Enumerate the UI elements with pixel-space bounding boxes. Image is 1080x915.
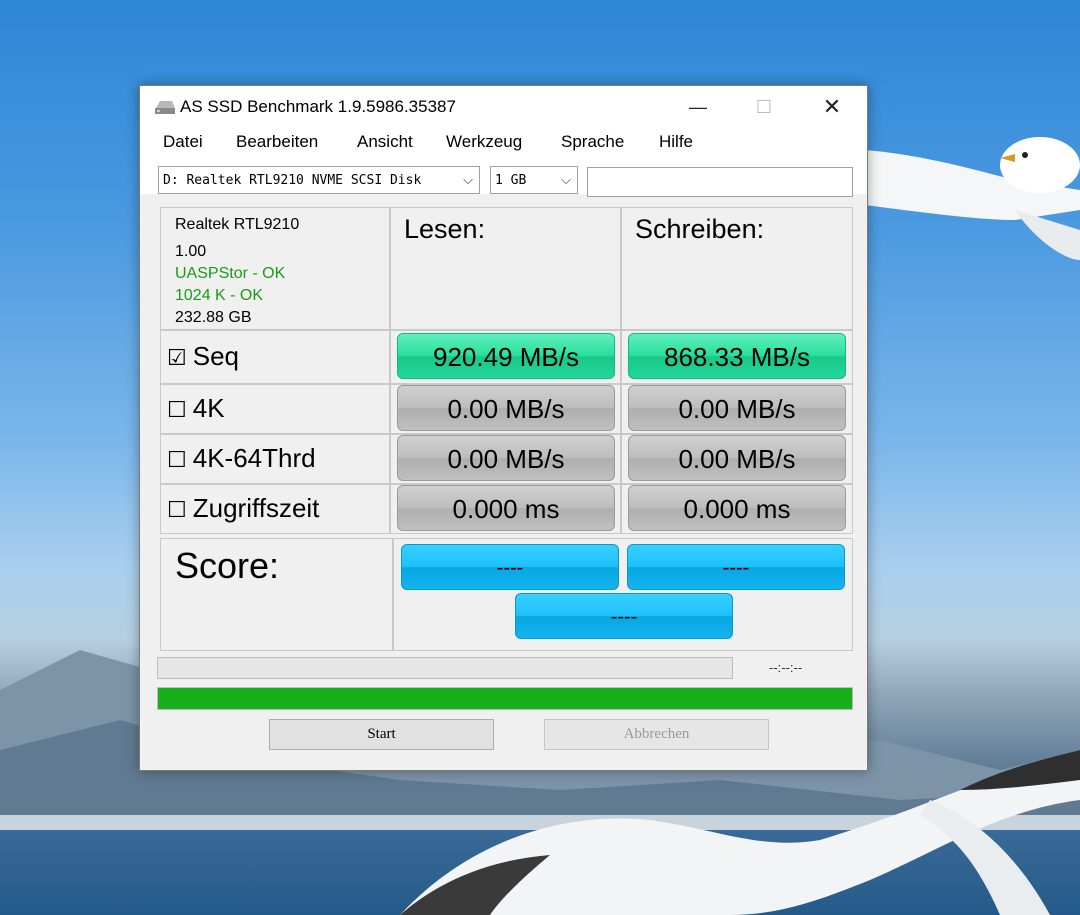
cancel-button[interactable]: Abbrechen	[544, 719, 769, 750]
score-read: ----	[401, 544, 619, 590]
test-label-4k-64thrd: 4K-64Thrd	[192, 443, 316, 473]
chevron-down-icon: ⌵	[561, 173, 571, 188]
hard-drive-icon	[155, 101, 175, 114]
start-button[interactable]: Start	[269, 719, 494, 750]
test-row-4k-64thrd[interactable]: ☐ 4K-64Thrd	[160, 434, 390, 484]
zugriffszeit-read-result: 0.000 ms	[397, 485, 615, 531]
menu-hilfe[interactable]: Hilfe	[659, 132, 693, 152]
title-bar[interactable]: AS SSD Benchmark 1.9.5986.35387 — ☐ ✕	[140, 86, 867, 128]
seq-write-cell: 868.33 MB/s	[621, 330, 853, 384]
seq-write-result: 868.33 MB/s	[628, 333, 846, 379]
read-column-header: Lesen:	[390, 207, 621, 330]
drive-select-value: D: Realtek RTL9210 NVME SCSI Disk	[163, 173, 422, 188]
test-row-zugriffszeit[interactable]: ☐ Zugriffszeit	[160, 484, 390, 534]
zugriffszeit-read-cell: 0.000 ms	[390, 484, 621, 534]
menu-werkzeug[interactable]: Werkzeug	[446, 132, 522, 152]
checkbox-4k-64thrd[interactable]: ☐	[167, 447, 187, 472]
checkbox-4k[interactable]: ☐	[167, 397, 187, 422]
drive-info-panel: Realtek RTL9210 1.00 UASPStor - OK 1024 …	[160, 207, 390, 330]
test-row-seq[interactable]: ☑ Seq	[160, 330, 390, 384]
score-write: ----	[627, 544, 845, 590]
task-progress-bar	[157, 657, 733, 679]
4k-64thrd-read-cell: 0.00 MB/s	[390, 434, 621, 484]
alignment-status: 1024 K - OK	[175, 287, 264, 304]
score-label-cell: Score:	[160, 538, 393, 651]
minimize-button[interactable]: —	[675, 86, 721, 128]
status-text-field[interactable]	[587, 167, 853, 197]
test-row-4k[interactable]: ☐ 4K	[160, 384, 390, 434]
checkbox-zugriffszeit[interactable]: ☐	[167, 497, 187, 522]
test-label-zugriffszeit: Zugriffszeit	[192, 493, 320, 523]
4k-64thrd-write-result: 0.00 MB/s	[628, 435, 846, 481]
size-select-value: 1 GB	[495, 173, 527, 188]
score-total: ----	[515, 593, 733, 639]
chevron-down-icon: ⌵	[463, 173, 473, 188]
write-header-label: Schreiben:	[635, 214, 765, 244]
toolbar: D: Realtek RTL9210 NVME SCSI Disk ⌵ 1 GB…	[140, 154, 867, 197]
checkbox-seq[interactable]: ☑	[167, 345, 187, 370]
4k-write-result: 0.00 MB/s	[628, 385, 846, 431]
zugriffszeit-write-cell: 0.000 ms	[621, 484, 853, 534]
seq-read-cell: 920.49 MB/s	[390, 330, 621, 384]
4k-64thrd-write-cell: 0.00 MB/s	[621, 434, 853, 484]
test-label-seq: Seq	[192, 341, 239, 371]
app-window: AS SSD Benchmark 1.9.5986.35387 — ☐ ✕ Da…	[139, 85, 868, 771]
seagull-top-right	[865, 137, 1080, 260]
seq-read-result: 920.49 MB/s	[397, 333, 615, 379]
window-title: AS SSD Benchmark 1.9.5986.35387	[180, 97, 456, 116]
drive-firmware: 1.00	[175, 243, 207, 260]
overall-progress-bar	[157, 687, 853, 710]
drive-capacity: 232.88 GB	[175, 309, 252, 326]
zugriffszeit-write-result: 0.000 ms	[628, 485, 846, 531]
elapsed-time: --:--:--	[769, 660, 803, 675]
close-button[interactable]: ✕	[809, 86, 855, 128]
maximize-button[interactable]: ☐	[741, 86, 787, 128]
write-column-header: Schreiben:	[621, 207, 853, 330]
4k-64thrd-read-result: 0.00 MB/s	[397, 435, 615, 481]
4k-read-result: 0.00 MB/s	[397, 385, 615, 431]
test-label-4k: 4K	[192, 393, 225, 423]
score-values-cell: ---- ---- ----	[393, 538, 853, 651]
menu-ansicht[interactable]: Ansicht	[357, 132, 413, 152]
menu-datei[interactable]: Datei	[163, 132, 203, 152]
drive-select[interactable]: D: Realtek RTL9210 NVME SCSI Disk ⌵	[158, 166, 480, 194]
read-header-label: Lesen:	[404, 214, 486, 244]
score-label: Score:	[175, 545, 280, 586]
overall-progress-fill	[158, 688, 852, 709]
menu-bar: Datei Bearbeiten Ansicht Werkzeug Sprach…	[140, 128, 867, 154]
4k-read-cell: 0.00 MB/s	[390, 384, 621, 434]
driver-status: UASPStor - OK	[175, 265, 286, 282]
size-select[interactable]: 1 GB ⌵	[490, 166, 578, 194]
drive-name: Realtek RTL9210	[175, 216, 300, 233]
menu-sprache[interactable]: Sprache	[561, 132, 624, 152]
4k-write-cell: 0.00 MB/s	[621, 384, 853, 434]
menu-bearbeiten[interactable]: Bearbeiten	[236, 132, 318, 152]
